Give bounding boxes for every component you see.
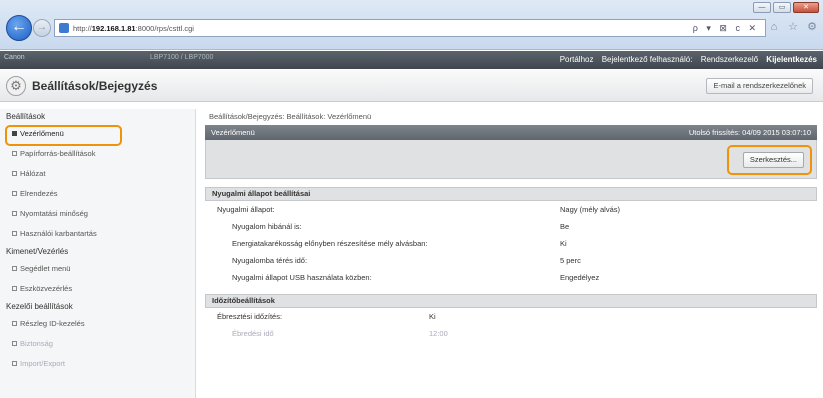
panel-header: Vezérlőmenü Utolsó frissítés: 04/09 2015… [205,125,817,140]
minimize-button[interactable]: — [753,2,771,13]
settings-row: Nyugalmi állapot USB használata közben: … [205,269,817,286]
site-favicon-icon [59,23,69,33]
brand-name: Canon [4,54,25,61]
bullet-icon [12,361,17,366]
bullet-icon [12,171,17,176]
sidebar-item-network[interactable]: Hálózat [0,164,195,184]
breadcrumb: Beállítások/Bejegyzés: Beállítások: Vezé… [209,112,372,121]
row-value: 12:00 [429,329,448,338]
last-updated: Utolsó frissítés: 04/09 2015 03:07:10 [688,128,811,137]
sidebar-item-device-control[interactable]: Eszközvezérlés [0,279,195,299]
window-controls: — ▭ ✕ [753,2,819,13]
sidebar-item-paper-source[interactable]: Papírforrás-beállítások [0,144,195,164]
bullet-icon [12,266,17,271]
row-label: Energiatakarékosság előnyben részesítése… [232,239,428,248]
sidebar-item-import-export[interactable]: Import/Export [0,354,195,374]
row-value: Nagy (mély alvás) [560,205,621,214]
browser-chrome: — ▭ ✕ ← → http://192.168.1.81:8000/rps/c… [0,0,823,50]
highlight-frame [5,125,122,146]
row-label: Nyugalmi állapot USB használata közben: [232,273,372,282]
star-icon[interactable]: ☆ [786,20,800,34]
settings-row: Nyugalom hibánál is: Be [205,218,817,235]
title-bar: ⚙ Beállítások/Bejegyzés E-mail a rendsze… [0,70,823,102]
settings-row: Nyugalmi állapot: Nagy (mély alvás) [205,201,817,218]
device-model: LBP7100 / LBP7000 [150,54,214,61]
settings-row: Ébresztési időzítés: Ki [205,308,817,325]
sidebar-item-dept-id[interactable]: Részleg ID-kezelés [0,314,195,334]
section-header-sleep: Nyugalmi állapot beállításai [205,187,817,201]
browser-toolbar-icons: ⌂ ☆ ⚙ [767,20,819,34]
forward-button[interactable]: → [33,19,51,37]
page-title: Beállítások/Bejegyzés [32,79,158,93]
home-icon[interactable]: ⌂ [767,20,781,34]
row-value: Engedélyez [560,273,600,282]
email-admin-button[interactable]: E-mail a rendszerkezelőnek [706,78,813,94]
sidebar-item-maintenance[interactable]: Használói karbantartás [0,224,195,244]
section-header-timer: Időzítőbeállítások [205,294,817,308]
row-value: Ki [560,239,567,248]
sidebar-item-security[interactable]: Biztonság [0,334,195,354]
sidebar-item-help-menu[interactable]: Segédlet menü [0,259,195,279]
highlight-frame [727,145,812,175]
bullet-icon [12,341,17,346]
row-label: Nyugalom hibánál is: [232,222,302,231]
main-content: Beállítások/Bejegyzés: Beállítások: Vezé… [205,109,817,398]
row-label: Nyugalomba térés idő: [232,256,308,265]
row-label: Ébredési idő [232,329,274,338]
sidebar-heading-settings: Beállítások [6,112,46,121]
back-button[interactable]: ← [6,15,32,41]
sidebar: Beállítások Vezérlőmenü Papírforrás-beál… [0,109,196,398]
row-value: 5 perc [560,256,581,265]
url-text: http://192.168.1.81:8000/rps/csttl.cgi [73,23,194,33]
sidebar-item-print-quality[interactable]: Nyomtatási minőség [0,204,195,224]
row-value: Ki [429,312,436,321]
top-header-bar: Canon LBP7100 / LBP7000 Portálhoz Bejele… [0,51,823,69]
settings-row: Nyugalomba térés idő: 5 perc [205,252,817,269]
sidebar-item-layout[interactable]: Elrendezés [0,184,195,204]
panel-toolbar: Szerkesztés... [205,140,817,179]
row-value: Be [560,222,570,231]
address-bar[interactable]: http://192.168.1.81:8000/rps/csttl.cgi ρ… [54,19,766,37]
panel-title: Vezérlőmenü [211,128,255,137]
settings-row: Ébredési idő 12:00 [205,325,817,342]
row-label: Nyugalmi állapot: [217,205,275,214]
bullet-icon [12,191,17,196]
user-label: Bejelentkező felhasználó: [601,55,693,64]
bullet-icon [12,151,17,156]
user-value: Rendszerkezelő [700,55,759,64]
settings-gear-icon: ⚙ [6,76,26,96]
bullet-icon [12,321,17,326]
logout-link[interactable]: Kijelentkezés [766,55,817,64]
portal-link[interactable]: Portálhoz [560,55,594,64]
maximize-button[interactable]: ▭ [773,2,791,13]
user-info: Portálhoz Bejelentkező felhasználó: Rend… [554,55,817,64]
close-button[interactable]: ✕ [793,2,819,13]
row-label: Ébresztési időzítés: [217,312,283,321]
address-tools[interactable]: ρ ▾ ⊠ c ✕ [693,23,759,34]
bullet-icon [12,231,17,236]
bullet-icon [12,211,17,216]
gear-icon[interactable]: ⚙ [805,20,819,34]
sidebar-heading-output: Kimenet/Vezérlés [6,247,69,256]
bullet-icon [12,286,17,291]
sidebar-heading-admin: Kezelői beállítások [6,302,73,311]
settings-row: Energiatakarékosság előnyben részesítése… [205,235,817,252]
